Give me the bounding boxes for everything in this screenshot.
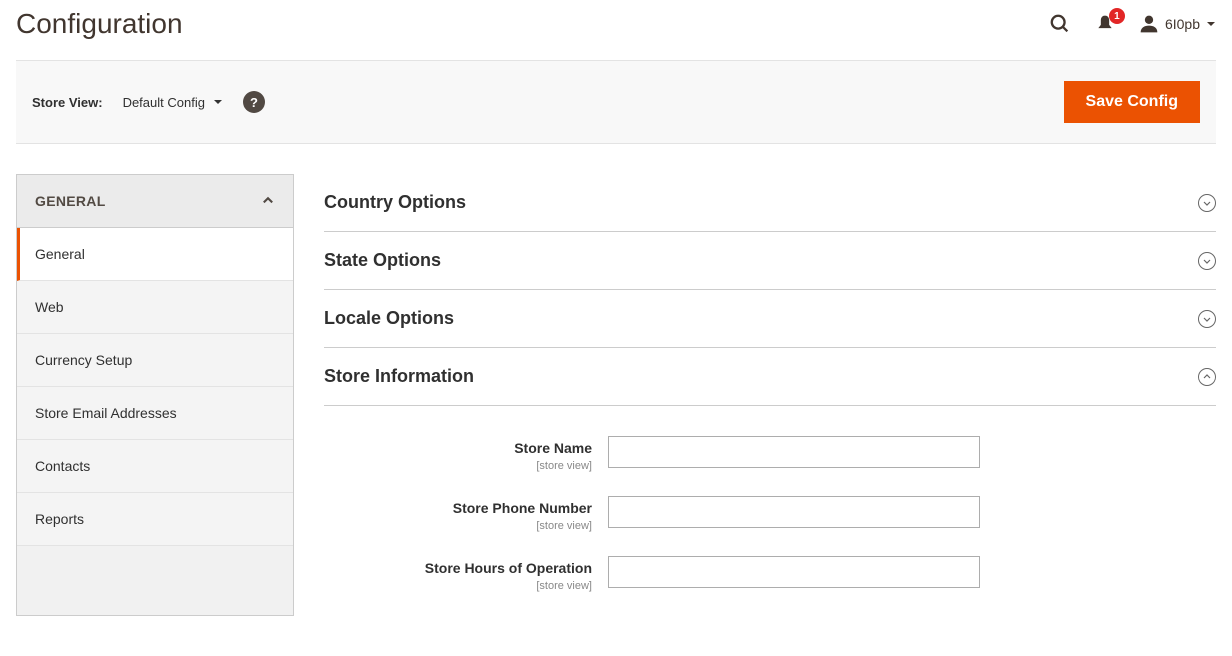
sidebar-item-label: Web xyxy=(35,299,64,315)
sidebar-item-label: Contacts xyxy=(35,458,90,474)
field-label: Store Name xyxy=(324,440,592,456)
main-content: Country Options State Options Locale Opt… xyxy=(324,174,1216,616)
search-button[interactable] xyxy=(1049,13,1071,35)
user-icon xyxy=(1139,14,1159,34)
sidebar-item-reports[interactable]: Reports xyxy=(17,493,293,546)
store-information-fields: Store Name [store view] Store Phone Numb… xyxy=(324,406,1216,594)
search-icon xyxy=(1049,13,1071,35)
store-hours-input[interactable] xyxy=(608,556,980,588)
sidebar-item-general[interactable]: General xyxy=(17,228,293,281)
section-store-information[interactable]: Store Information xyxy=(324,348,1216,406)
sidebar-item-currency-setup[interactable]: Currency Setup xyxy=(17,334,293,387)
store-view-value: Default Config xyxy=(123,95,205,110)
sidebar-item-label: Store Email Addresses xyxy=(35,405,177,421)
sidebar: GENERAL General Web Currency Setup Store… xyxy=(16,174,294,616)
field-scope: [store view] xyxy=(536,460,592,472)
chevron-down-icon xyxy=(1206,19,1216,29)
user-name: 6I0pb xyxy=(1165,16,1200,32)
sidebar-item-contacts[interactable]: Contacts xyxy=(17,440,293,493)
sidebar-item-label: General xyxy=(35,246,85,262)
section-state-options[interactable]: State Options xyxy=(324,232,1216,290)
section-locale-options[interactable]: Locale Options xyxy=(324,290,1216,348)
section-title: Store Information xyxy=(324,366,474,387)
user-menu-button[interactable]: 6I0pb xyxy=(1139,14,1216,34)
sidebar-item-label: Currency Setup xyxy=(35,352,132,368)
sidebar-group-general[interactable]: GENERAL xyxy=(17,175,293,228)
field-store-hours: Store Hours of Operation [store view] xyxy=(324,556,1216,594)
toolbar: Store View: Default Config ? Save Config xyxy=(16,60,1216,144)
chevron-up-icon xyxy=(261,194,275,208)
notifications-button[interactable]: 1 xyxy=(1095,14,1115,34)
expand-icon xyxy=(1198,252,1216,270)
section-title: Country Options xyxy=(324,192,466,213)
store-name-input[interactable] xyxy=(608,436,980,468)
store-view-label: Store View: xyxy=(32,95,103,110)
expand-icon xyxy=(1198,310,1216,328)
help-icon[interactable]: ? xyxy=(243,91,265,113)
header-actions: 1 6I0pb xyxy=(1049,13,1216,35)
collapse-icon xyxy=(1198,368,1216,386)
sidebar-item-web[interactable]: Web xyxy=(17,281,293,334)
field-label: Store Phone Number xyxy=(324,500,592,516)
field-scope: [store view] xyxy=(536,520,592,532)
expand-icon xyxy=(1198,194,1216,212)
section-country-options[interactable]: Country Options xyxy=(324,174,1216,232)
store-view-select[interactable]: Default Config xyxy=(123,95,223,110)
save-config-button[interactable]: Save Config xyxy=(1064,81,1200,123)
caret-down-icon xyxy=(213,97,223,107)
field-scope: [store view] xyxy=(536,580,592,592)
store-phone-input[interactable] xyxy=(608,496,980,528)
section-title: State Options xyxy=(324,250,441,271)
field-store-phone: Store Phone Number [store view] xyxy=(324,496,1216,534)
field-store-name: Store Name [store view] xyxy=(324,436,1216,474)
sidebar-item-label: Reports xyxy=(35,511,84,527)
notification-badge: 1 xyxy=(1109,8,1125,24)
page-title: Configuration xyxy=(16,8,183,40)
sidebar-item-store-email[interactable]: Store Email Addresses xyxy=(17,387,293,440)
section-title: Locale Options xyxy=(324,308,454,329)
sidebar-group-label: GENERAL xyxy=(35,193,106,209)
field-label: Store Hours of Operation xyxy=(324,560,592,576)
